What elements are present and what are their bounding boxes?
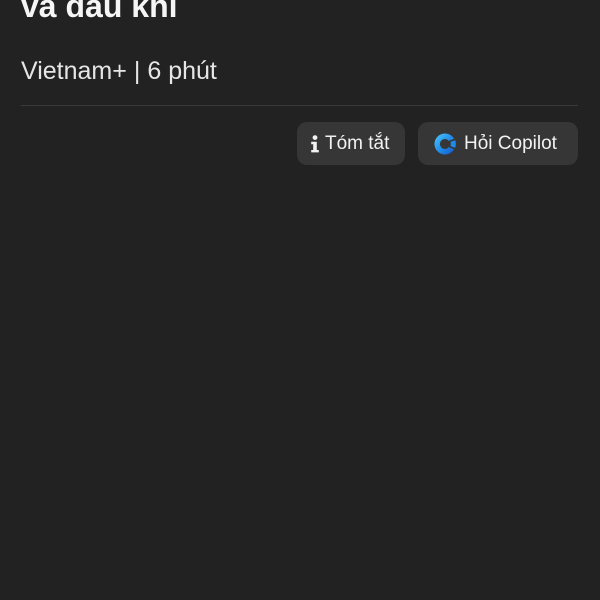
summary-button[interactable]: Tóm tắt <box>297 122 405 165</box>
copilot-label: Hỏi Copilot <box>464 132 557 154</box>
article-read-time: 6 phút <box>147 57 217 85</box>
meta-separator: | <box>133 57 141 85</box>
info-icon <box>309 134 321 154</box>
summary-label: Tóm tắt <box>325 132 390 154</box>
ask-copilot-button[interactable]: Hỏi Copilot <box>418 122 578 165</box>
article-title: và dầu khí <box>21 0 178 24</box>
copilot-icon <box>433 132 457 156</box>
divider <box>21 105 578 106</box>
article-meta: Vietnam+ | 6 phút <box>21 55 217 87</box>
article-source[interactable]: Vietnam+ <box>21 57 127 85</box>
